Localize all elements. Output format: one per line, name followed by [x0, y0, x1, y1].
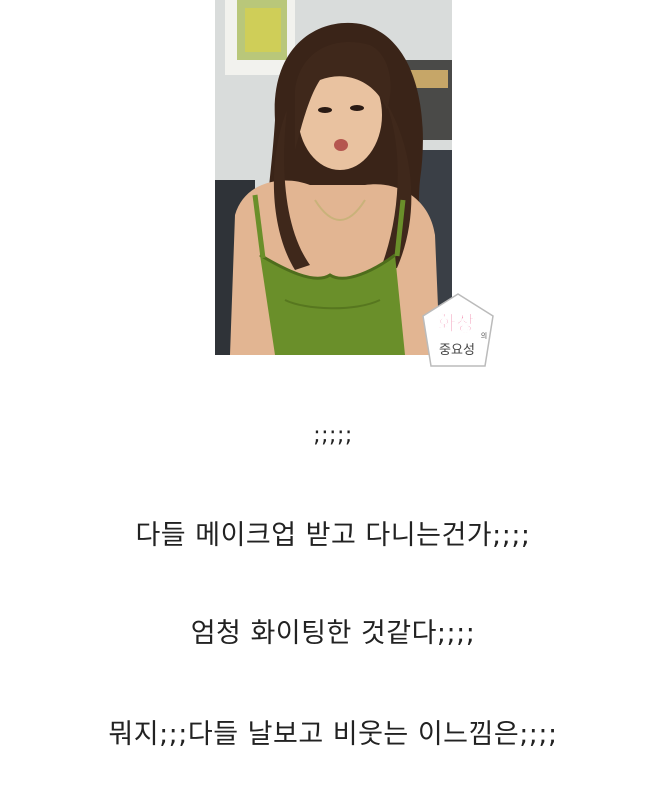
text-line-2: 다들 메이크업 받고 다니는건가;;;;	[135, 520, 531, 551]
watermark-title: 화장	[438, 311, 475, 335]
photo	[215, 0, 452, 355]
watermark-particle: 의	[481, 331, 487, 340]
watermark-badge: 화장 의 중요성	[421, 292, 495, 368]
text-line-3: 엄청 화이팅한 것같다;;;;	[190, 618, 476, 649]
watermark-subtitle: 중요성	[439, 343, 475, 358]
text-line-4: 뭐지;;;다들 날보고 비웃는 이느낌은;;;;	[108, 719, 558, 750]
text-line-1: ;;;;;	[313, 423, 353, 448]
photo-illustration	[215, 0, 452, 355]
